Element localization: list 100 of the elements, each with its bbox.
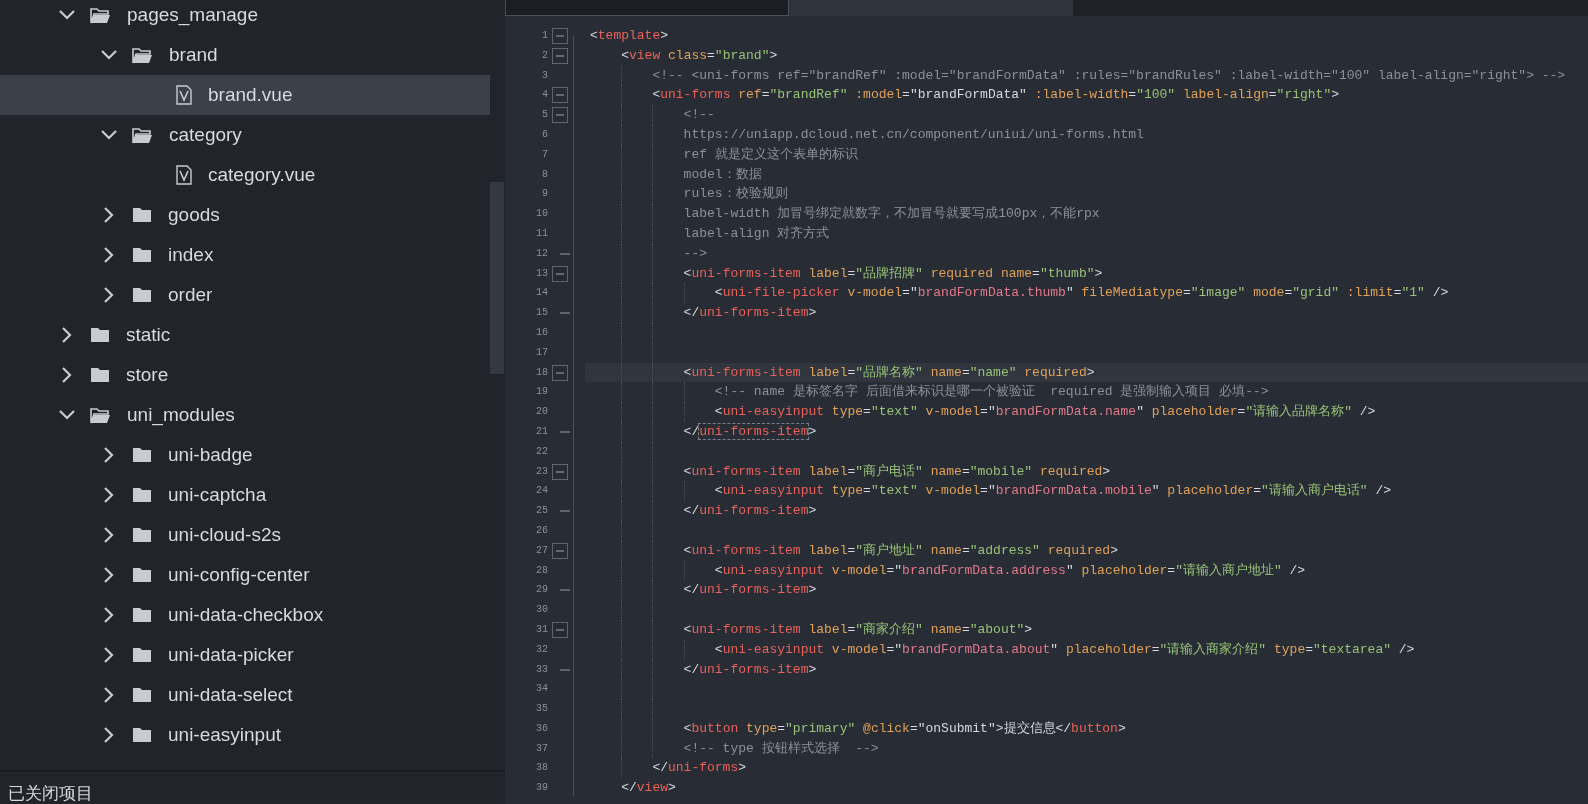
code-line: <!-- (682, 107, 715, 123)
line-number: 38 (535, 761, 549, 776)
tree-item-label: category.vue (208, 162, 316, 187)
tree-item-label: uni-cloud-s2s (168, 522, 281, 547)
fold-collapse-icon[interactable] (552, 47, 568, 64)
line-number: 20 (535, 405, 549, 420)
code-line: <uni-forms-item label="商家介绍" name="about"> (682, 621, 1033, 637)
tree-item[interactable]: pages_manage (0, 0, 490, 35)
tree-item[interactable]: uni_modules (0, 395, 490, 435)
folder-icon (90, 327, 110, 343)
folder-icon (132, 647, 152, 663)
folder-icon (132, 607, 152, 623)
tree-item[interactable]: uni-cloud-s2s (0, 515, 490, 555)
fold-collapse-icon[interactable] (552, 542, 568, 559)
fold-collapse-icon[interactable] (552, 107, 568, 124)
line-number: 6 (541, 128, 549, 142)
fold-collapse-icon[interactable] (552, 265, 568, 282)
tree-item[interactable]: order (0, 275, 490, 315)
line-number: 35 (535, 702, 549, 717)
code-line: model：数据 (682, 166, 762, 182)
line-number: 17 (535, 345, 549, 360)
folder-icon (132, 567, 152, 583)
folder-icon (132, 447, 152, 463)
line-number: 1 (541, 29, 549, 43)
tree-item-label: uni_modules (127, 402, 235, 428)
open-folder-icon (90, 6, 111, 24)
tree-item[interactable]: category (0, 115, 490, 155)
tree-item-label: category (169, 122, 242, 147)
tree-item[interactable]: uni-config-center (0, 555, 490, 595)
fold-collapse-icon[interactable] (552, 87, 568, 104)
tree-item[interactable]: category.vue (0, 155, 490, 195)
tree-item[interactable]: uni-data-checkbox (0, 595, 490, 635)
line-number: 16 (535, 325, 549, 340)
line-number: 27 (535, 543, 549, 558)
code-line: rules：校验规则 (682, 186, 788, 202)
line-number: 19 (535, 385, 549, 400)
code-line: <template> (590, 28, 669, 43)
line-number: 13 (535, 266, 549, 281)
line-number: 25 (535, 504, 549, 519)
fold-collapse-icon[interactable] (552, 364, 568, 381)
folder-icon (132, 687, 152, 703)
line-number: 29 (535, 583, 549, 598)
tree-item-label: pages_manage (127, 2, 258, 28)
fold-collapse-icon[interactable] (552, 463, 568, 480)
tree-item[interactable]: store (0, 355, 490, 395)
line-number: 7 (541, 147, 549, 162)
code-line: <uni-file-picker v-model="brandFormData.thumb" fileMediatype="image" mode="grid" :limit="1" /> (713, 285, 1449, 301)
code-line: <view class="brand"> (620, 47, 778, 63)
tree-item-label: uni-data-checkbox (168, 602, 324, 627)
tree-item-label: static (126, 322, 171, 347)
tree-item[interactable]: static (0, 315, 490, 355)
line-number: 37 (535, 741, 549, 756)
tree-item[interactable]: uni-data-select (0, 675, 490, 715)
tree-item[interactable]: goods (0, 195, 490, 235)
tree-item[interactable]: uni-captcha (0, 475, 490, 515)
tree-item-label: uni-data-select (168, 682, 293, 707)
code-line: label-width 加冒号绑定就数字，不加冒号就要写成100px，不能rpx (682, 206, 1100, 222)
vue-file-icon (176, 85, 192, 105)
line-number: 39 (535, 781, 549, 796)
line-number: 26 (535, 523, 549, 538)
fold-collapse-icon[interactable] (552, 621, 568, 638)
open-folder-icon (90, 406, 111, 424)
tree-item[interactable]: brand.vue (0, 75, 490, 115)
tree-item[interactable]: uni-easyinput (0, 715, 490, 755)
code-line: <!-- type 按钮样式选择 --> (682, 740, 879, 756)
line-number: 33 (535, 662, 549, 677)
tree-item[interactable]: brand (0, 35, 490, 75)
tree-item-label: uni-config-center (168, 562, 310, 587)
code-line: </view> (620, 780, 676, 796)
vue-file-icon (176, 165, 192, 185)
tree-item[interactable]: index (0, 235, 490, 275)
code-line: label-align 对齐方式 (682, 225, 830, 241)
code-line: </uni-forms-item> (682, 305, 817, 321)
tree-item-label: order (168, 282, 213, 307)
line-number: 15 (535, 306, 549, 321)
tree-item[interactable]: uni-badge (0, 435, 490, 475)
fold-collapse-icon[interactable] (552, 28, 568, 44)
code-line: <uni-forms ref="brandRef" :model="brandFormData" :label-width="100" label-align="right"> (651, 87, 1340, 103)
code-line: <button type="primary" @click="onSubmit">提交信息</button> (682, 720, 1126, 736)
tree-item-label: goods (168, 202, 220, 227)
line-number: 21 (535, 424, 549, 439)
code-line: </uni-forms-item> (682, 582, 817, 598)
code-line: <uni-forms-item label="品牌招牌" required name="thumb"> (682, 265, 1103, 281)
folder-icon (90, 367, 110, 383)
code-line: ref 就是定义这个表单的标识 (682, 146, 858, 162)
folder-icon (132, 287, 152, 303)
line-number: 30 (535, 603, 549, 618)
code-line: <!-- <uni-forms ref="brandRef" :model="brandFormData" :rules="brandRules" :label-width="100" label-align="right"> --> (651, 67, 1566, 83)
tree-item[interactable]: uni-data-picker (0, 635, 490, 675)
code-line: </uni-forms-item> (682, 661, 817, 677)
code-line: <uni-forms-item label="品牌名称" name="name" required> (682, 364, 1095, 380)
code-line: <uni-easyinput v-model="brandFormData.about" placeholder="请输入商家介绍" type="textarea" /> (713, 641, 1415, 657)
folder-icon (132, 207, 152, 223)
tree-item-label: index (168, 242, 214, 267)
folder-icon (132, 247, 152, 263)
panel-title[interactable]: 已关闭项目 (8, 784, 93, 803)
line-number: 28 (535, 563, 549, 578)
code-line: <uni-easyinput type="text" v-model="brandFormData.name" placeholder="请输入品牌名称" /> (713, 404, 1376, 420)
line-number: 10 (535, 207, 549, 222)
folder-icon (132, 527, 152, 543)
